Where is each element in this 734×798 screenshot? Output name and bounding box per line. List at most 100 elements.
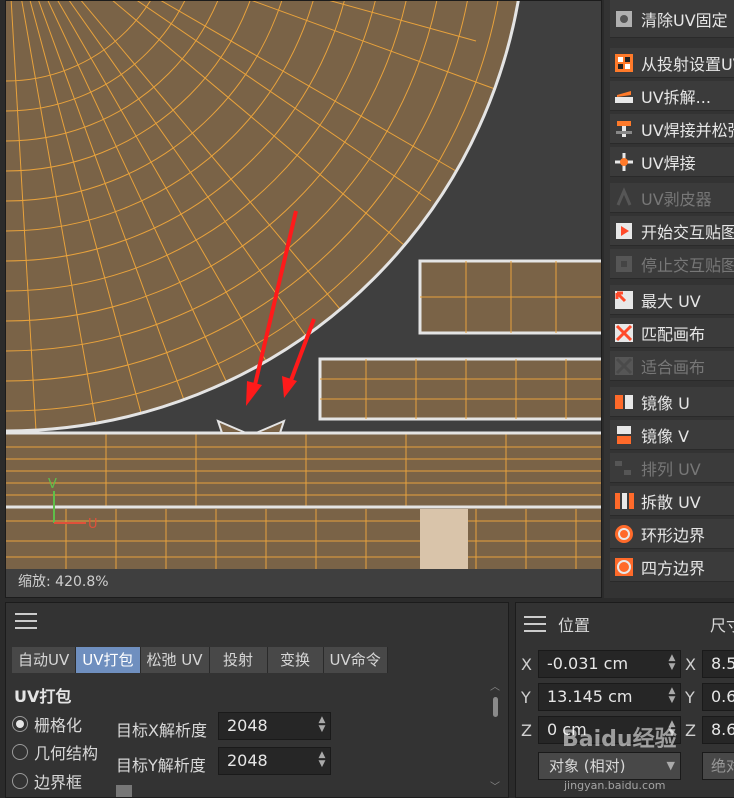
axis-x-label: X: [521, 655, 532, 674]
size-z-field[interactable]: 8.6: [702, 716, 734, 744]
mirror-u-icon: [613, 391, 635, 413]
pos-y-value: 13.145 cm: [547, 687, 633, 706]
command-label: 镜像 V: [641, 426, 690, 446]
uv-island-wedges[interactable]: [216, 419, 286, 434]
command-label: 开始交互贴图: [641, 222, 734, 242]
command-peeler[interactable]: UV剥皮器: [610, 183, 734, 213]
tab-transform[interactable]: 变换: [267, 647, 324, 673]
uv-tabs: 自动UV UV打包 松弛 UV 投射 变换 UV命令: [12, 647, 388, 673]
tab-projection[interactable]: 投射: [209, 647, 268, 673]
command-label: 匹配画布: [641, 324, 706, 344]
command-label: 最大 UV: [641, 291, 701, 311]
size-x-field[interactable]: 8.5: [702, 650, 734, 678]
radio-rasterize[interactable]: 栅格化: [12, 712, 82, 736]
uv-viewport[interactable]: V U 缩放: 420.8%: [5, 0, 602, 598]
pos-y-field[interactable]: 13.145 cm ▲ ▼: [538, 683, 681, 711]
command-label: 环形边界: [641, 525, 706, 545]
spinner-icon[interactable]: ▲ ▼: [667, 654, 677, 674]
uv-island-strip-2[interactable]: [318, 357, 602, 421]
command-label: UV拆解...: [641, 87, 711, 107]
command-label: 拆散 UV: [641, 492, 701, 512]
fit-canvas-icon: [613, 322, 635, 344]
scrollbar[interactable]: ︿ ﹀: [490, 683, 500, 794]
size-y-label: Y: [685, 688, 695, 707]
command-split-uv[interactable]: 拆散 UV: [610, 486, 734, 516]
stop-interactive-icon: [613, 253, 635, 275]
arrange-uv-icon: [613, 457, 635, 479]
command-weld-relax[interactable]: UV焊接并松弛: [610, 114, 734, 144]
uv-island-strip-1[interactable]: [418, 259, 602, 335]
radio-dot[interactable]: [12, 744, 28, 760]
mirror-v-icon: [613, 424, 635, 446]
scroll-down-icon[interactable]: ﹀: [490, 778, 500, 793]
command-square-boundary[interactable]: 四方边界: [610, 552, 734, 582]
menu-icon[interactable]: [524, 616, 546, 632]
coordinate-manager: 位置 尺寸 X -0.031 cm ▲▼ X 8.5 Y 13.145 cm ▲…: [515, 602, 734, 798]
res-y-value: 2048: [227, 751, 268, 770]
weld-relax-icon: [613, 118, 635, 140]
radio-geometry[interactable]: 几何结构: [12, 740, 98, 764]
command-stop-interactive[interactable]: 停止交互贴图: [610, 249, 734, 279]
command-label: UV焊接并松弛: [641, 120, 734, 140]
spinner-icon[interactable]: ▲ ▼: [317, 716, 327, 736]
command-label: 镜像 U: [641, 393, 690, 413]
size-y-value: 0.6: [711, 687, 734, 706]
peeler-icon: [613, 186, 635, 209]
section-title: UV打包: [14, 687, 72, 706]
tab-uv-pack[interactable]: UV打包: [76, 647, 141, 673]
radio-dot[interactable]: [12, 716, 28, 732]
size-x-value: 8.5: [711, 654, 734, 673]
command-start-interactive[interactable]: 开始交互贴图: [610, 216, 734, 246]
res-y-field[interactable]: 2048 ▲ ▼: [218, 747, 331, 775]
unwrap-icon: [613, 85, 635, 107]
tab-auto-uv[interactable]: 自动UV: [12, 647, 77, 673]
command-mirror-v[interactable]: 镜像 V: [610, 420, 734, 450]
command-arrange-uv[interactable]: 排列 UV: [610, 453, 734, 483]
scroll-thumb[interactable]: [492, 697, 498, 717]
radio-bounding-box[interactable]: 边界框: [12, 769, 82, 793]
command-checker[interactable]: 从投射设置UV: [610, 48, 734, 78]
res-x-field[interactable]: 2048 ▲ ▼: [218, 712, 331, 740]
absolute-mode-value: 绝对: [711, 757, 734, 775]
split-uv-icon: [613, 490, 635, 512]
spinner-icon[interactable]: ▲ ▼: [667, 687, 677, 707]
square-boundary-icon: [613, 556, 635, 578]
checkbox[interactable]: [116, 785, 132, 797]
tab-uv-commands[interactable]: UV命令: [323, 647, 388, 673]
maximize-uv-icon: [613, 289, 635, 311]
checker-icon: [613, 52, 635, 74]
command-maximize-uv[interactable]: 最大 UV: [610, 285, 734, 315]
pos-x-value: -0.031 cm: [547, 654, 629, 673]
command-label: UV剥皮器: [641, 189, 712, 209]
size-y-field[interactable]: 0.6: [702, 683, 734, 711]
radio-label: 栅格化: [34, 716, 83, 735]
command-adapt-canvas[interactable]: 适合画布: [610, 351, 734, 381]
command-unwrap[interactable]: UV拆解...: [610, 81, 734, 111]
spinner-icon[interactable]: ▲ ▼: [317, 751, 327, 771]
watermark-url: jingyan.baidu.com: [564, 779, 666, 792]
size-z-value: 8.6: [711, 720, 734, 739]
res-x-value: 2048: [227, 716, 268, 735]
scroll-up-icon[interactable]: ︿: [490, 683, 500, 693]
axis-z-label: Z: [521, 721, 532, 740]
radio-dot[interactable]: [12, 773, 28, 789]
adapt-canvas-icon: [613, 355, 635, 377]
command-label: 适合画布: [641, 357, 706, 377]
command-mirror-u[interactable]: 镜像 U: [610, 387, 734, 417]
uv-island-bottom[interactable]: [6, 431, 602, 569]
chevron-down-icon: ▼: [666, 759, 675, 772]
zoom-level: 缩放: 420.8%: [18, 574, 109, 590]
command-weld[interactable]: UV焊接: [610, 147, 734, 177]
command-ring-boundary[interactable]: 环形边界: [610, 519, 734, 549]
command-fit-canvas[interactable]: 匹配画布: [610, 318, 734, 348]
watermark-logo: Baidu经验: [562, 727, 677, 752]
pos-x-field[interactable]: -0.031 cm ▲ ▼: [538, 650, 681, 678]
uv-mesh-canvas[interactable]: V U: [6, 1, 602, 598]
menu-icon[interactable]: [15, 613, 37, 629]
absolute-mode-select[interactable]: 绝对: [702, 752, 734, 780]
coordinate-mode-value: 对象 (相对): [549, 757, 626, 775]
tab-relax-uv[interactable]: 松弛 UV: [140, 647, 210, 673]
coordinate-mode-select[interactable]: 对象 (相对) ▼: [538, 752, 681, 780]
command-pin-clear[interactable]: 清除UV固定: [610, 0, 734, 38]
command-label: 排列 UV: [641, 459, 701, 479]
